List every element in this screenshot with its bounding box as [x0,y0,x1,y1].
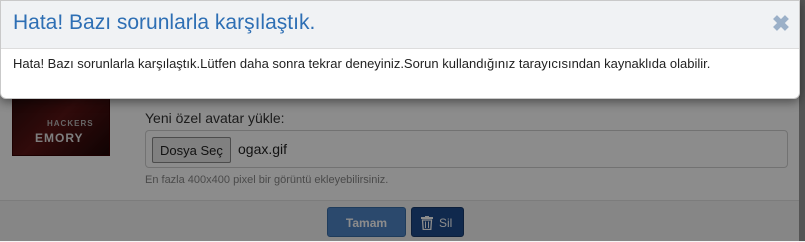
alert-title: Hata! Bazı sorunlarla karşılaştık. [13,11,316,34]
alert-message: Hata! Bazı sorunlarla karşılaştık.Lütfen… [13,56,711,71]
close-icon[interactable]: ✖ [771,13,791,35]
error-alert: Hata! Bazı sorunlarla karşılaştık. ✖ Hat… [0,0,800,99]
alert-header: Hata! Bazı sorunlarla karşılaştık. ✖ [1,1,799,49]
